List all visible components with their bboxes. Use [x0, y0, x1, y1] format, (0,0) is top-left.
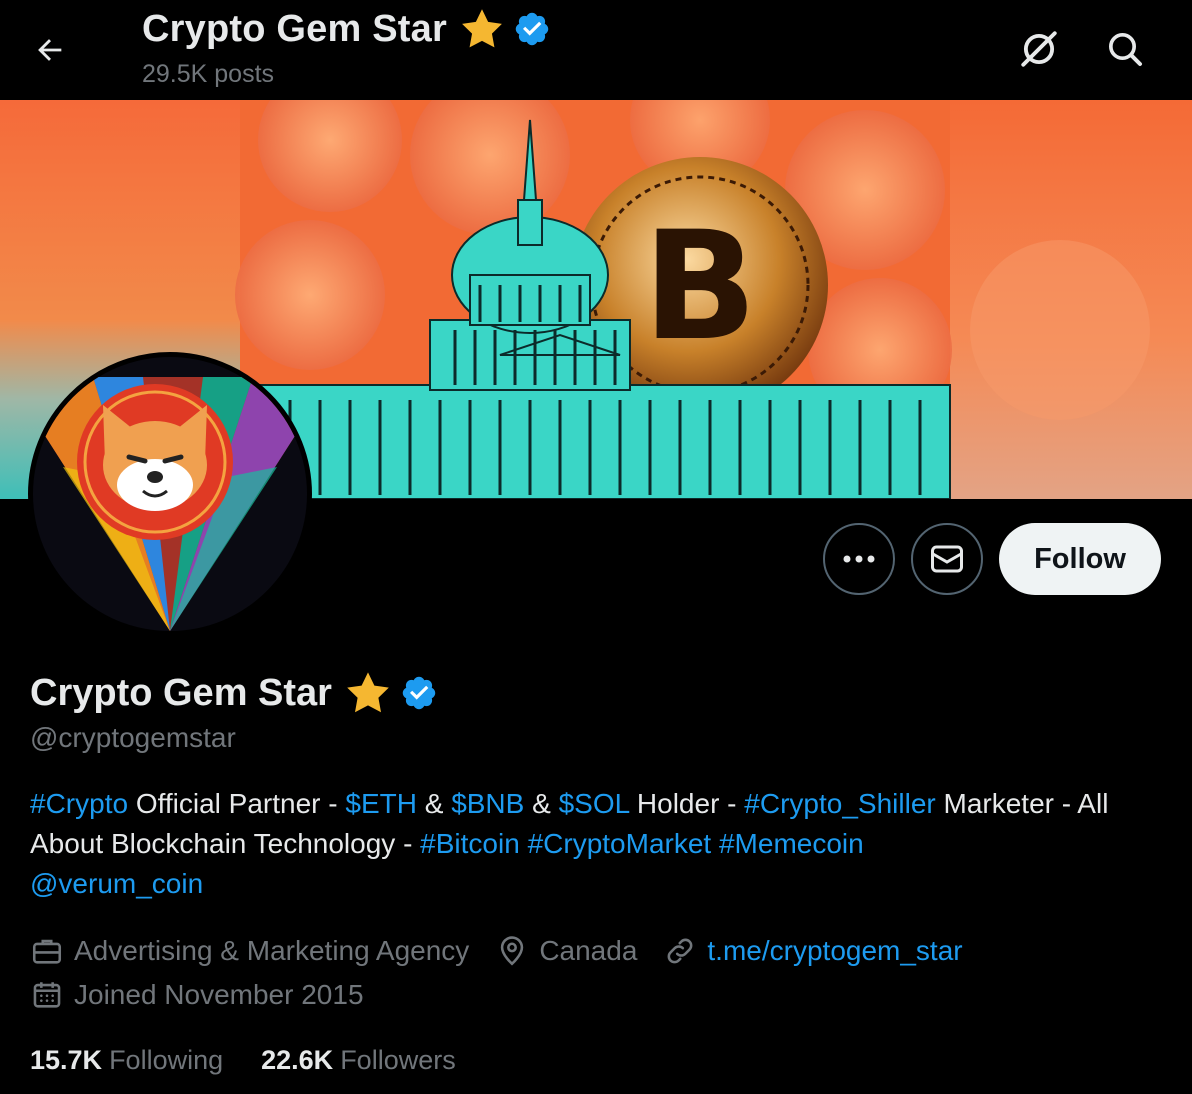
verified-badge-icon[interactable] — [400, 674, 438, 712]
bio-text — [711, 828, 719, 859]
profile-avatar[interactable] — [28, 352, 312, 636]
bio-text: & — [524, 788, 559, 819]
location-pin-icon — [501, 936, 524, 966]
more-dots-icon — [843, 555, 875, 563]
star-icon — [462, 9, 502, 48]
profile-category: Advertising & Marketing Agency — [30, 934, 469, 968]
website-link[interactable]: t.me/cryptogem_star — [707, 935, 962, 967]
following-count: 15.7K — [30, 1044, 103, 1075]
profile-handle: @cryptogemstar — [30, 722, 236, 753]
location-label: Canada — [539, 935, 638, 966]
more-options-button[interactable] — [823, 523, 895, 595]
follow-button[interactable]: Follow — [999, 523, 1161, 595]
calendar-icon — [33, 982, 61, 1008]
back-button[interactable] — [26, 26, 74, 74]
profile-location: Canada — [495, 934, 637, 968]
grok-button[interactable] — [1012, 22, 1066, 76]
hashtag-link[interactable]: #Crypto_Shiller — [744, 788, 935, 819]
posts-count: 29.5K posts — [142, 60, 275, 88]
followers-link[interactable]: 22.6K Followers — [261, 1045, 456, 1076]
grok-icon — [1021, 31, 1057, 67]
cashtag-link[interactable]: $BNB — [451, 788, 524, 819]
hashtag-link[interactable]: #CryptoMarket — [528, 828, 712, 859]
top-bar: Crypto Gem Star 29.5K posts — [0, 0, 1192, 100]
profile-stats: 15.7K Following 22.6K Followers — [30, 1040, 494, 1080]
hashtag-link[interactable]: #Crypto — [30, 788, 128, 819]
category-label: Advertising & Marketing Agency — [74, 935, 470, 966]
followers-count: 22.6K — [261, 1044, 334, 1075]
verified-badge-icon — [515, 12, 549, 46]
profile-joined: Joined November 2015 — [30, 974, 364, 1016]
envelope-icon — [931, 545, 963, 573]
joined-label: Joined November 2015 — [74, 979, 364, 1010]
following-label: Following — [109, 1044, 224, 1075]
hashtag-link[interactable]: #Bitcoin — [420, 828, 520, 859]
cashtag-link[interactable]: $SOL — [559, 788, 630, 819]
mention-link[interactable]: @verum_coin — [30, 868, 203, 899]
cashtag-link[interactable]: $ETH — [345, 788, 417, 819]
bio-text: & — [416, 788, 452, 819]
header-title-block: Crypto Gem Star 29.5K posts — [142, 6, 551, 89]
search-button[interactable] — [1098, 22, 1152, 76]
profile-display-name: Crypto Gem Star — [30, 671, 332, 714]
svg-text:B: B — [643, 200, 757, 374]
following-link[interactable]: 15.7K Following — [30, 1045, 223, 1076]
bio-text — [520, 828, 528, 859]
profile-website[interactable]: t.me/cryptogem_star — [663, 934, 963, 968]
briefcase-icon — [32, 939, 62, 964]
search-icon — [1109, 33, 1142, 66]
message-button[interactable] — [911, 523, 983, 595]
profile-meta: Advertising & Marketing Agency Canada t.… — [30, 930, 989, 972]
followers-label: Followers — [340, 1044, 456, 1075]
bio-text: Official Partner - — [128, 788, 346, 819]
link-icon — [668, 938, 693, 964]
profile-name-row: Crypto Gem Star — [30, 668, 438, 718]
arrow-left-icon — [38, 39, 62, 61]
bio-text: Holder - — [629, 788, 745, 819]
profile-bio: #Crypto Official Partner - $ETH & $BNB &… — [30, 784, 1170, 904]
hashtag-link[interactable]: #Memecoin — [719, 828, 864, 859]
avatar-image — [33, 357, 307, 631]
header-title: Crypto Gem Star — [142, 7, 447, 50]
star-icon — [347, 672, 389, 713]
